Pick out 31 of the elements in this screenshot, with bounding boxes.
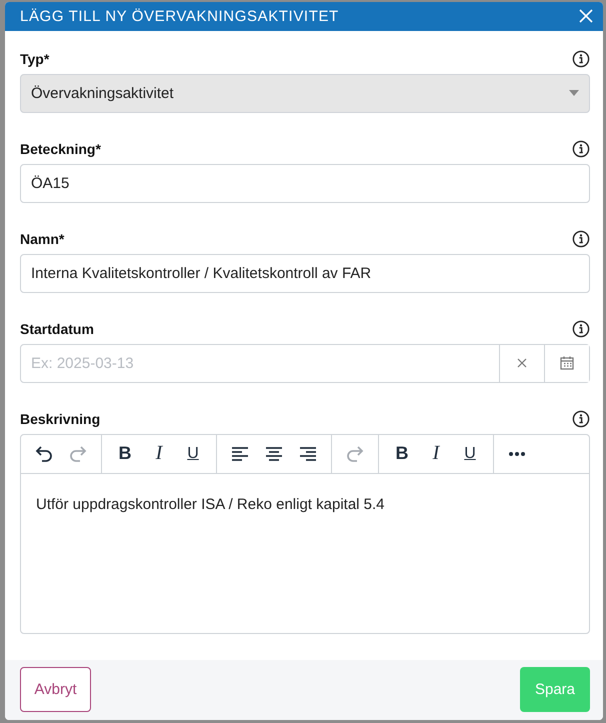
bold-button[interactable]: B — [385, 438, 419, 469]
calendar-icon — [560, 356, 574, 370]
field-label: Beteckning* — [20, 140, 101, 157]
text-field[interactable]: Interna Kvalitetskontroller / Kvalitetskontroll av FAR — [20, 254, 590, 293]
field-label: Namn* — [20, 230, 64, 247]
close-button[interactable] — [579, 9, 593, 24]
info-icon[interactable] — [572, 140, 590, 158]
info-icon[interactable] — [572, 50, 590, 68]
underline-button[interactable]: U — [176, 438, 210, 469]
field-label: Beskrivning — [20, 410, 100, 427]
bold-button[interactable]: B — [108, 438, 142, 469]
rich-text-editor[interactable]: B I U B I U Utför uppdragskontroller ISA / Reko enligt kapital 5.4 — [20, 434, 590, 634]
cancel-button[interactable]: Avbryt — [20, 667, 91, 712]
info-icon[interactable] — [572, 410, 590, 428]
date-picker[interactable]: Ex: 2025-03-13 — [20, 344, 590, 383]
more-icon — [508, 452, 526, 456]
field-label: Startdatum — [20, 320, 94, 337]
dialog-title: LÄGG TILL NY ÖVERVAKNINGSAKTIVITET — [20, 8, 339, 25]
italic-button[interactable]: I — [142, 438, 176, 469]
date-input-field[interactable]: Ex: 2025-03-13 — [21, 344, 499, 382]
underline-button[interactable]: U — [453, 438, 487, 469]
info-icon[interactable] — [572, 230, 590, 248]
close-icon — [579, 9, 593, 24]
info-icon[interactable] — [572, 320, 590, 338]
italic-button[interactable]: I — [419, 438, 453, 469]
close-icon — [517, 358, 527, 368]
editor-text: Utför uppdragskontroller ISA / Reko enligt kapital 5.4 — [36, 496, 385, 513]
caret-icon — [569, 90, 579, 96]
calendar-button[interactable] — [544, 344, 589, 382]
field-label: Typ* — [20, 50, 50, 67]
text-field[interactable]: ÖA15 — [20, 164, 590, 203]
